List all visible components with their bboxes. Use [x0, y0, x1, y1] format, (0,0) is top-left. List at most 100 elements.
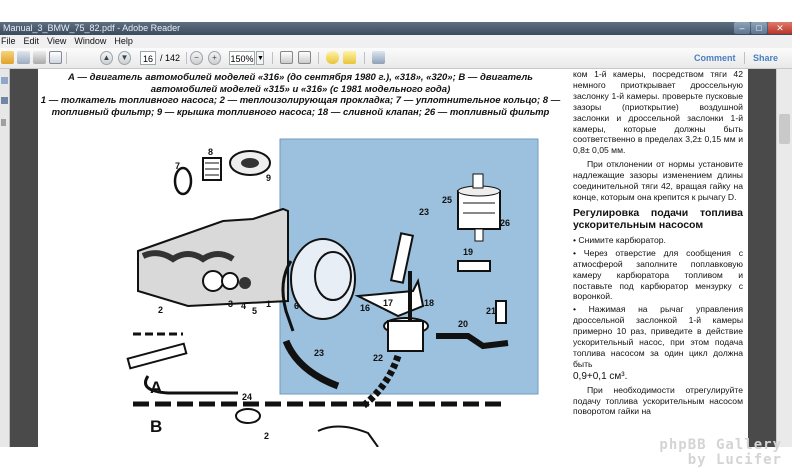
menu-help[interactable]: Help [114, 36, 133, 46]
callout-16: 16 [360, 303, 370, 313]
page-total: / 142 [160, 53, 181, 63]
callout-19: 19 [463, 247, 473, 257]
pump-pusher-part [202, 270, 224, 292]
zoom-in-icon[interactable]: + [208, 51, 221, 65]
pdf-page: А — двигатель автомобилей моделей «316» … [38, 69, 748, 447]
zoom-input[interactable]: 150% [229, 51, 255, 65]
engine-b-outline [317, 425, 379, 447]
callout-26: 26 [500, 218, 510, 228]
comment-icon[interactable] [326, 51, 339, 64]
caption-line-1: А — двигатель автомобилей моделей «316» … [68, 72, 533, 95]
pages-icon[interactable] [1, 77, 8, 84]
pump-value: 0,9+0,1 см³. [573, 370, 628, 382]
valve-body [387, 320, 424, 352]
window-titlebar: Manual_3_BMW_75_82.pdf - Adobe Reader [0, 22, 792, 35]
close-button[interactable]: ✕ [768, 22, 792, 34]
callout-21: 21 [486, 306, 496, 316]
zoom-dropdown-icon[interactable]: ▼ [256, 51, 264, 65]
share-button[interactable]: Share [753, 51, 778, 65]
callout-1: 1 [266, 299, 271, 309]
navigation-pane [0, 69, 10, 447]
callout-3: 3 [228, 299, 233, 309]
toolbar-separator [66, 52, 67, 64]
bullet-2: • Через отверстие для сообщения с атмосф… [573, 247, 743, 302]
callout-2-b: 2 [264, 431, 269, 441]
page-number-input[interactable]: 16 [140, 51, 156, 65]
toolbar-separator [186, 52, 187, 64]
paragraph-2: При отклонении от нормы установите надле… [573, 159, 743, 202]
page-down-icon[interactable]: ▼ [118, 51, 131, 65]
comment-button[interactable]: Comment [694, 51, 736, 65]
paragraph-3: При необходимости отрегулируйте подачу т… [573, 384, 743, 417]
caption-line-2: 1 — толкатель топливного насоса; 2 — теп… [40, 95, 561, 118]
attachment-icon[interactable] [1, 119, 6, 126]
zoom-out-icon[interactable]: − [190, 51, 203, 65]
menu-view[interactable]: View [47, 36, 66, 46]
callout-2: 2 [158, 305, 163, 315]
fit-width-icon[interactable] [298, 51, 311, 64]
fuel-filter-8-part [202, 157, 222, 181]
watermark-line-1: phpBB Gallery [659, 437, 782, 453]
menu-window[interactable]: Window [74, 36, 106, 46]
hose-21 [495, 300, 507, 324]
clamp-part [235, 408, 261, 424]
callout-20: 20 [458, 319, 468, 329]
connector-19 [457, 260, 491, 272]
toolbar-separator [744, 52, 745, 64]
callout-9: 9 [266, 173, 271, 183]
window-title: Manual_3_BMW_75_82.pdf - Adobe Reader [3, 23, 181, 33]
print-icon[interactable] [33, 51, 46, 64]
bullet-3: • Нажимая на рычаг управления дроссельно… [573, 304, 743, 369]
email-icon[interactable] [49, 51, 62, 64]
callout-25: 25 [442, 195, 452, 205]
menu-bar: File Edit View Window Help [0, 35, 792, 49]
callout-22: 22 [373, 353, 383, 363]
bullet-1: • Снимите карбюратор. [573, 234, 666, 245]
menu-file[interactable]: File [1, 36, 16, 46]
bookmarks-icon[interactable] [1, 97, 8, 104]
scrollbar-thumb[interactable] [779, 114, 790, 144]
highlight-icon[interactable] [343, 51, 356, 64]
sign-icon[interactable] [372, 51, 385, 64]
callout-7: 7 [175, 161, 180, 171]
figure-caption: А — двигатель автомобилей моделей «316» … [38, 72, 563, 118]
screenshot: Manual_3_BMW_75_82.pdf - Adobe Reader – … [0, 0, 800, 475]
toolbar-separator [364, 52, 365, 64]
toolbar-separator [318, 52, 319, 64]
window-controls: – □ ✕ [733, 22, 792, 35]
open-icon[interactable] [1, 51, 14, 64]
watermark: phpBB Gallery by Lucifer [659, 438, 782, 468]
vertical-scrollbar[interactable] [776, 69, 793, 447]
section-label-b: В [150, 417, 162, 436]
rod-part [126, 342, 188, 370]
callout-23-lower: 23 [314, 348, 324, 358]
save-icon[interactable] [17, 51, 30, 64]
fit-page-icon[interactable] [280, 51, 293, 64]
minimize-button[interactable]: – [734, 22, 750, 34]
callout-8: 8 [208, 147, 213, 157]
right-text-column: ком 1-й камеры, посредством тяги 42 немн… [573, 69, 743, 420]
menu-edit[interactable]: Edit [24, 36, 40, 46]
gasket-part [221, 272, 239, 290]
watermark-line-2: by Lucifer [687, 452, 782, 468]
section-heading: Регулировка подачи топлива ускорительным… [573, 206, 743, 231]
callout-6: 6 [294, 301, 299, 311]
o-ring-part [173, 166, 193, 196]
fuel-system-diagram: А В 7 8 9 2 3 4 5 1 6 16 17 18 19 20 21 … [126, 138, 539, 447]
paragraph-1: ком 1-й камеры, посредством тяги 42 немн… [573, 69, 743, 156]
fuel-pump-part [290, 238, 356, 320]
toolbar: ▲ ▼ 16 / 142 − + 150% ▼ Comment Share [0, 48, 792, 69]
section-label-a: А [150, 378, 162, 397]
callout-24: 24 [242, 392, 252, 402]
callout-18: 18 [424, 298, 434, 308]
window-edge [792, 0, 800, 475]
callout-17: 17 [383, 298, 393, 308]
toolbar-separator [272, 52, 273, 64]
callout-4: 4 [241, 301, 246, 311]
page-up-icon[interactable]: ▲ [100, 51, 113, 65]
maximize-button[interactable]: □ [751, 22, 767, 34]
callout-23-upper: 23 [419, 207, 429, 217]
bolt-part [239, 277, 251, 289]
pump-cover-center [241, 158, 259, 168]
callout-5: 5 [252, 306, 257, 316]
